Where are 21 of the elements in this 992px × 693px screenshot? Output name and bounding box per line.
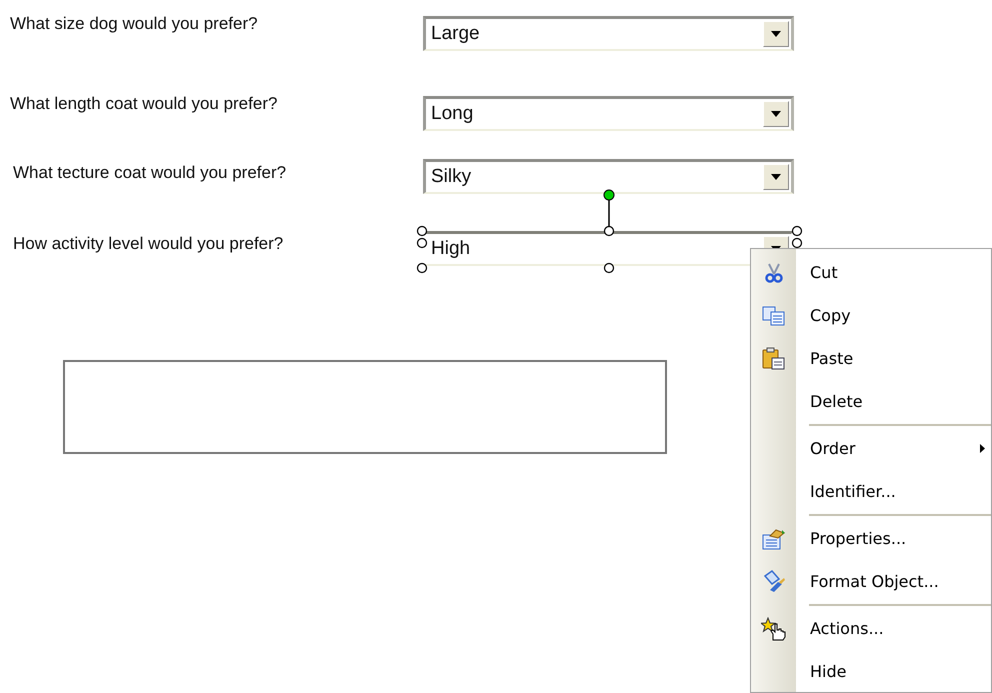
question-label: What length coat would you prefer? — [10, 93, 278, 114]
submenu-arrow-icon — [980, 444, 985, 453]
question-label: What tecture coat would you prefer? — [12, 162, 286, 183]
dropdown[interactable]: High — [423, 231, 794, 266]
question-label: What size dog would you prefer? — [10, 13, 258, 34]
dropdown[interactable]: Long — [423, 96, 794, 131]
copy-icon — [762, 304, 786, 326]
menu-item[interactable]: Format Object... — [751, 560, 991, 603]
question-label: How activity level would you prefer? — [12, 233, 284, 254]
menu-item[interactable]: Copy — [751, 294, 991, 337]
menu-item[interactable]: Delete — [751, 380, 991, 423]
menu-item[interactable]: Hide — [751, 650, 991, 692]
dropdown[interactable]: Silky — [423, 159, 794, 194]
menu-item[interactable]: Paste — [751, 337, 991, 380]
text-box[interactable] — [63, 360, 667, 454]
menu-item[interactable]: Identifier... — [751, 470, 991, 513]
dropdown[interactable]: Large — [423, 16, 794, 51]
scissors-icon — [762, 262, 784, 284]
clipboard-icon — [762, 346, 786, 370]
star-hand-icon — [760, 616, 786, 640]
properties-icon — [762, 528, 786, 550]
